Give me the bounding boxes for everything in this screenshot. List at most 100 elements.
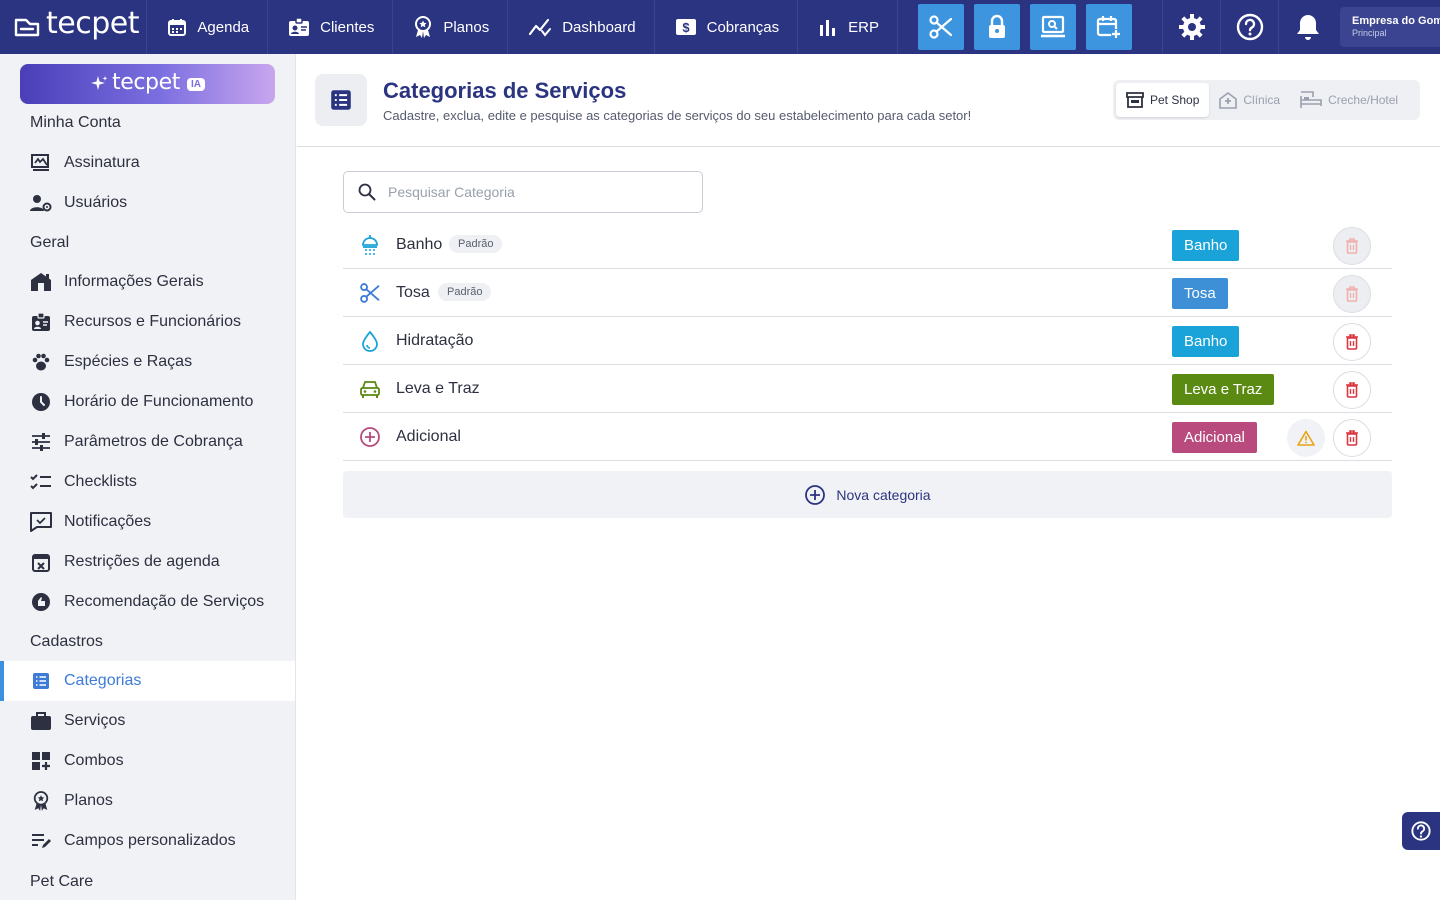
section-cadastros: Cadastros: [30, 633, 103, 650]
signature-icon: [30, 152, 52, 174]
delete-button[interactable]: [1333, 419, 1371, 457]
lock-icon: [986, 14, 1008, 40]
sidebar-item-label: Recursos e Funcionários: [64, 313, 241, 330]
section-pet-care: Pet Care: [30, 873, 94, 890]
sidebar-item-restricoes-agenda[interactable]: Restrições de agenda: [0, 542, 295, 582]
category-row-leva-e-traz[interactable]: Leva e Traz Leva e Traz: [343, 365, 1392, 413]
sidebar-item-assinatura[interactable]: Assinatura: [0, 143, 295, 183]
shower-icon: [359, 234, 381, 256]
warning-button[interactable]: [1287, 419, 1325, 457]
top-right-actions: Empresa do Gomes Principal: [1162, 0, 1440, 54]
delete-button[interactable]: [1333, 371, 1371, 409]
category-row-banho[interactable]: Banho Padrão Banho: [343, 221, 1392, 269]
notifications-button[interactable]: [1278, 0, 1336, 54]
company-selector[interactable]: Empresa do Gomes Principal: [1340, 7, 1440, 47]
category-tag: Banho: [1172, 326, 1240, 357]
sidebar-item-label: Assinatura: [64, 154, 140, 171]
category-row-tosa[interactable]: Tosa Padrão Tosa: [343, 269, 1392, 317]
trash-icon: [1345, 286, 1359, 302]
top-bar: tecpet Agenda Clientes Planos Dashboard …: [0, 0, 1440, 54]
award-icon: [413, 16, 433, 38]
tab-creche-hotel[interactable]: Creche/Hotel: [1290, 83, 1408, 117]
nav-erp-label: ERP: [848, 18, 879, 36]
nav-cobrancas-label: Cobranças: [706, 18, 780, 36]
trash-icon: [1345, 334, 1359, 350]
tab-clinica[interactable]: Clínica: [1209, 83, 1290, 117]
ia-badge: IA: [186, 77, 205, 91]
checklist-icon: [30, 471, 52, 493]
notification-icon: [30, 511, 52, 533]
sidebar-item-categorias[interactable]: Categorias: [0, 661, 295, 701]
svg-text:$: $: [682, 20, 690, 35]
tool-grooming-button[interactable]: [918, 4, 964, 50]
sidebar-item-horario-funcionamento[interactable]: Horário de Funcionamento: [0, 382, 295, 422]
nav-planos[interactable]: Planos: [393, 0, 509, 54]
sidebar-item-planos[interactable]: Planos: [0, 781, 295, 821]
ia-label: tecpet: [112, 69, 180, 95]
search-icon: [358, 183, 376, 201]
nav-agenda-label: Agenda: [197, 18, 250, 36]
bell-icon: [1296, 13, 1320, 41]
nav-agenda[interactable]: Agenda: [147, 0, 269, 54]
sidebar-item-label: Serviços: [64, 712, 126, 729]
category-row-adicional[interactable]: Adicional Adicional: [343, 413, 1392, 461]
sidebar-item-checklists[interactable]: Checklists: [0, 462, 295, 502]
nav-clientes-label: Clientes: [320, 18, 375, 36]
tool-calendar-add-button[interactable]: [1086, 4, 1132, 50]
sidebar-item-label: Planos: [64, 792, 113, 809]
sidebar: tecpet IA Minha Conta Assinatura Usuário…: [0, 54, 296, 900]
category-row-hidratacao[interactable]: Hidratação Banho: [343, 317, 1392, 365]
tool-monitor-button[interactable]: [1030, 4, 1076, 50]
sidebar-item-informacoes-gerais[interactable]: Informações Gerais: [0, 262, 295, 302]
plus-circle-icon: [359, 426, 381, 448]
list-icon: [30, 670, 52, 692]
sidebar-item-parametros-cobranca[interactable]: Parâmetros de Cobrança: [0, 422, 295, 462]
category-name: Leva e Traz: [396, 380, 480, 397]
calendar-plus-icon: [1096, 14, 1122, 40]
tab-label: Creche/Hotel: [1328, 93, 1399, 107]
scissors-icon: [359, 282, 381, 304]
sidebar-item-notificacoes[interactable]: Notificações: [0, 502, 295, 542]
nav-dashboard[interactable]: Dashboard: [508, 0, 655, 54]
nav-erp[interactable]: ERP: [798, 0, 898, 54]
chart-line-icon: [528, 17, 552, 37]
tool-lock-button[interactable]: [974, 4, 1020, 50]
tecpet-ia-button[interactable]: tecpet IA: [20, 64, 275, 104]
sidebar-item-label: Categorias: [64, 672, 142, 689]
sector-switch: Pet Shop Clínica Creche/Hotel: [1113, 80, 1420, 120]
category-name: Hidratação: [396, 332, 474, 349]
sidebar-item-combos[interactable]: Combos: [0, 741, 295, 781]
sidebar-item-label: Restrições de agenda: [64, 553, 220, 570]
delete-button-disabled[interactable]: [1333, 227, 1371, 265]
search-input[interactable]: [388, 184, 688, 200]
settings-button[interactable]: [1162, 0, 1220, 54]
hotel-icon: [1300, 91, 1322, 109]
sidebar-item-usuarios[interactable]: Usuários: [0, 183, 295, 223]
new-category-label: Nova categoria: [836, 486, 931, 503]
help-button[interactable]: [1220, 0, 1278, 54]
sidebar-item-recomendacao-servicos[interactable]: Recomendação de Serviços: [0, 582, 295, 622]
page-header: Categorias de Serviços Cadastre, exclua,…: [297, 54, 1440, 147]
sidebar-item-label: Horário de Funcionamento: [64, 393, 254, 410]
nav-clientes[interactable]: Clientes: [268, 0, 394, 54]
new-category-button[interactable]: Nova categoria: [343, 471, 1392, 518]
sidebar-item-especies-racas[interactable]: Espécies e Raças: [0, 342, 295, 382]
store-front-icon: [1126, 92, 1144, 108]
sidebar-item-label: Informações Gerais: [64, 273, 204, 290]
sidebar-item-campos-personalizados[interactable]: Campos personalizados: [0, 821, 295, 861]
scissors-icon: [928, 14, 954, 40]
sparkle-icon: [90, 75, 108, 93]
category-name: Adicional: [396, 428, 461, 445]
delete-button[interactable]: [1333, 323, 1371, 361]
sidebar-item-servicos[interactable]: Serviços: [0, 701, 295, 741]
sidebar-item-recursos-funcionarios[interactable]: Recursos e Funcionários: [0, 302, 295, 342]
nav-cobrancas[interactable]: $ Cobranças: [655, 0, 799, 54]
category-name: Banho: [396, 236, 443, 253]
edit-list-icon: [30, 830, 52, 852]
trash-icon: [1345, 382, 1359, 398]
brand-logo[interactable]: tecpet: [0, 0, 148, 54]
gear-icon: [1178, 13, 1206, 41]
tab-pet-shop[interactable]: Pet Shop: [1116, 83, 1210, 117]
floating-help-button[interactable]: [1402, 812, 1440, 850]
delete-button-disabled[interactable]: [1333, 275, 1371, 313]
